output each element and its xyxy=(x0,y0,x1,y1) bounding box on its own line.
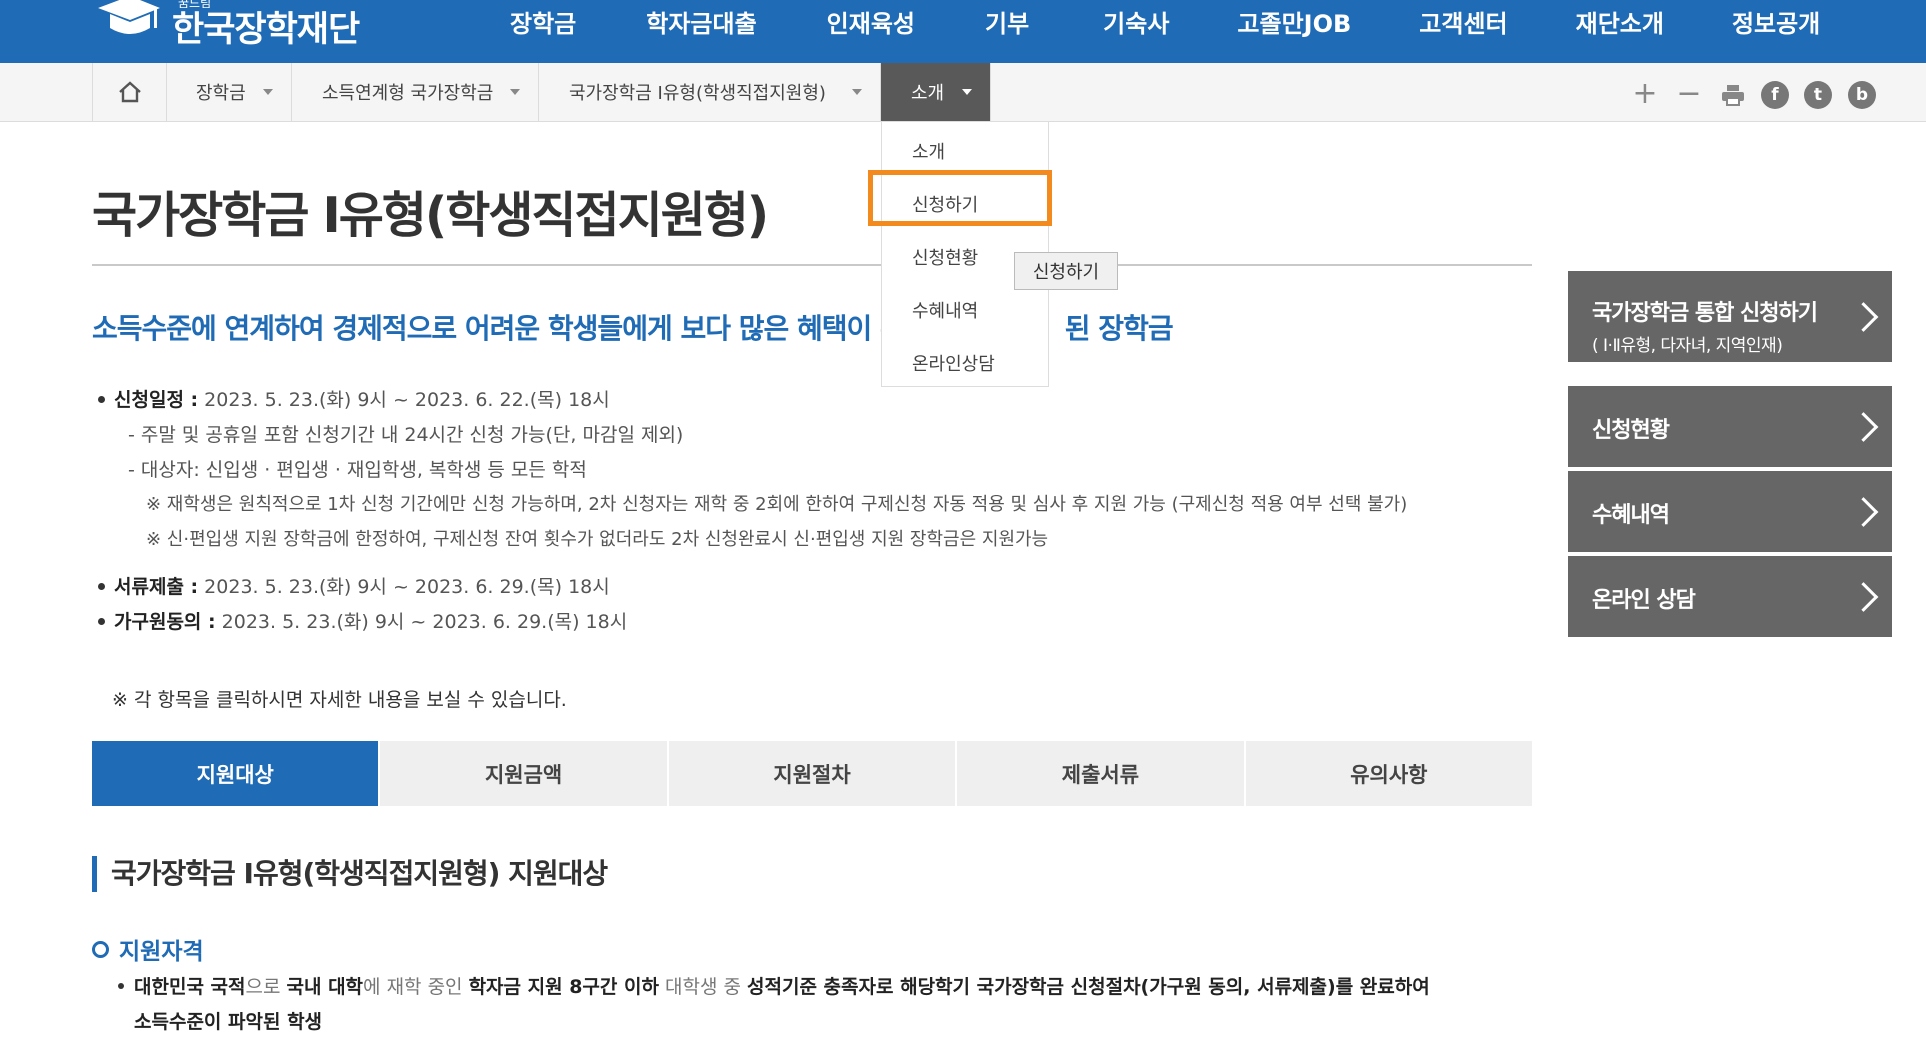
logo-subtext: 꿈드림 xyxy=(178,0,212,10)
content-tabs: 지원대상 지원금액 지원절차 제출서류 유의사항 xyxy=(92,741,1533,806)
gnb-item-donation[interactable]: 기부 xyxy=(985,0,1029,50)
circle-bullet-icon xyxy=(92,940,109,958)
facebook-icon[interactable]: f xyxy=(1761,81,1789,109)
gnb-item-talent[interactable]: 인재육성 xyxy=(827,0,915,50)
schedule-note2: ※ 신·편입생 지원 장학금에 한정하여, 구제신청 잔여 횟수가 없더라도 2… xyxy=(146,529,1049,550)
blog-icon[interactable]: b xyxy=(1848,81,1876,109)
breadcrumb-type1[interactable]: 국가장학금 Ⅰ유형(학생직접지원형) xyxy=(539,63,881,121)
subheading: 지원자격 xyxy=(92,932,204,966)
chevron-down-icon xyxy=(852,89,862,95)
breadcrumb-intro[interactable]: 소개 xyxy=(881,63,991,121)
print-icon[interactable] xyxy=(1719,81,1747,109)
bullet xyxy=(118,983,124,989)
tab-support-procedure[interactable]: 지원절차 xyxy=(668,741,958,806)
gnb-item-scholarship[interactable]: 장학금 xyxy=(510,0,576,50)
schedule-note1: ※ 재학생은 원칙적으로 1차 신청 기간에만 신청 가능하며, 2차 신청자는… xyxy=(146,494,1408,515)
top-navigation-bar: 꿈드림 한국장학재단 장학금 학자금대출 인재육성 기부 기숙사 고졸만JOB … xyxy=(0,0,1926,63)
page-title: 국가장학금 Ⅰ유형(학생직접지원형) xyxy=(92,187,769,244)
home-icon xyxy=(118,81,141,103)
zoom-in-icon[interactable]: + xyxy=(1632,79,1658,109)
eligibility-text: 대한민국 국적으로 국내 대학에 재학 중인 학자금 지원 8구간 이하 대학생… xyxy=(134,976,1430,998)
tooltip: 신청하기 xyxy=(1014,252,1118,290)
lead-text: 소득수준에 연계하여 경제적으로 어려운 학생들에게 보다 많은 혜택이 주 xyxy=(92,312,906,345)
quick-menu-integrated-apply[interactable]: 국가장학금 통합 신청하기 ( Ⅰ·Ⅱ유형, 다자녀, 지역인재) xyxy=(1568,271,1892,362)
quick-menu-label: 수혜내역 xyxy=(1592,503,1670,528)
eligibility-text-cont: 소득수준이 파악된 학생 xyxy=(134,1011,323,1033)
gnb-item-customer-center[interactable]: 고객센터 xyxy=(1419,0,1507,50)
gnb-item-dormitory[interactable]: 기숙사 xyxy=(1103,0,1169,50)
breadcrumb-label: 소득연계형 국가장학금 xyxy=(322,83,494,104)
tab-notes[interactable]: 유의사항 xyxy=(1245,741,1533,806)
quick-menu-status[interactable]: 신청현황 xyxy=(1568,386,1892,467)
tab-documents[interactable]: 제출서류 xyxy=(957,741,1246,806)
chevron-down-icon xyxy=(962,89,972,95)
tab-support-target[interactable]: 지원대상 xyxy=(92,741,381,806)
quick-menu-sublabel: ( Ⅰ·Ⅱ유형, 다자녀, 지역인재) xyxy=(1592,336,1783,356)
breadcrumb-label: 장학금 xyxy=(196,83,246,104)
dropdown-item-benefit[interactable]: 수혜내역 xyxy=(912,297,978,323)
lead-text-tail: 된 장학금 xyxy=(1064,312,1174,345)
notice-text: ※ 각 항목을 클릭하시면 자세한 내용을 보실 수 있습니다. xyxy=(112,689,567,711)
breadcrumb-scholarship[interactable]: 장학금 xyxy=(166,63,292,121)
gnb-item-disclosure[interactable]: 정보공개 xyxy=(1732,0,1820,50)
divider xyxy=(92,264,1532,266)
subheading-label: 지원자격 xyxy=(119,939,204,965)
quick-menu-label: 온라인 상담 xyxy=(1592,588,1696,613)
breadcrumb-label: 소개 xyxy=(911,83,945,104)
global-navigation: 장학금 학자금대출 인재육성 기부 기숙사 고졸만JOB 고객센터 재단소개 정… xyxy=(478,0,1820,50)
schedule-docs: 서류제출 : 2023. 5. 23.(화) 9시 ~ 2023. 6. 29.… xyxy=(114,576,610,598)
chevron-down-icon xyxy=(510,89,520,95)
logo[interactable]: 꿈드림 한국장학재단 xyxy=(92,0,360,52)
quick-menu-benefit[interactable]: 수혜내역 xyxy=(1568,471,1892,552)
home-button[interactable] xyxy=(92,63,167,121)
breadcrumb-income-linked[interactable]: 소득연계형 국가장학금 xyxy=(292,63,539,121)
quick-menu-label: 신청현황 xyxy=(1592,418,1670,443)
graduation-cap-icon xyxy=(92,0,162,52)
quick-menu-label: 국가장학금 통합 신청하기 xyxy=(1592,301,1818,326)
dropdown-item-consult[interactable]: 온라인상담 xyxy=(912,350,995,376)
dropdown-item-status[interactable]: 신청현황 xyxy=(912,244,978,270)
breadcrumb-label: 국가장학금 Ⅰ유형(학생직접지원형) xyxy=(569,83,826,104)
gnb-item-student-loan[interactable]: 학자금대출 xyxy=(646,0,756,50)
schedule-sub1: - 주말 및 공휴일 포함 신청기간 내 24시간 신청 가능(단, 마감일 제… xyxy=(128,424,684,446)
dropdown-item-intro[interactable]: 소개 xyxy=(912,138,945,164)
chevron-down-icon xyxy=(263,89,273,95)
gnb-item-job[interactable]: 고졸만JOB xyxy=(1237,0,1351,50)
bullet xyxy=(98,396,105,403)
highlight-box xyxy=(868,170,1052,226)
schedule-consent: 가구원동의 : 2023. 5. 23.(화) 9시 ~ 2023. 6. 29… xyxy=(114,611,628,633)
bullet xyxy=(98,618,105,625)
zoom-out-icon[interactable]: − xyxy=(1676,79,1702,109)
bullet xyxy=(98,583,105,590)
schedule-apply: 신청일정 : 2023. 5. 23.(화) 9시 ~ 2023. 6. 22.… xyxy=(114,389,610,411)
twitter-icon[interactable]: t xyxy=(1804,81,1832,109)
gnb-item-about[interactable]: 재단소개 xyxy=(1576,0,1664,50)
section-heading: 국가장학금 Ⅰ유형(학생직접지원형) 지원대상 xyxy=(92,856,608,892)
tab-support-amount[interactable]: 지원금액 xyxy=(380,741,669,806)
quick-menu-consult[interactable]: 온라인 상담 xyxy=(1568,556,1892,637)
schedule-sub2: - 대상자: 신입생 · 편입생 · 재입학생, 복학생 등 모든 학적 xyxy=(128,459,587,481)
